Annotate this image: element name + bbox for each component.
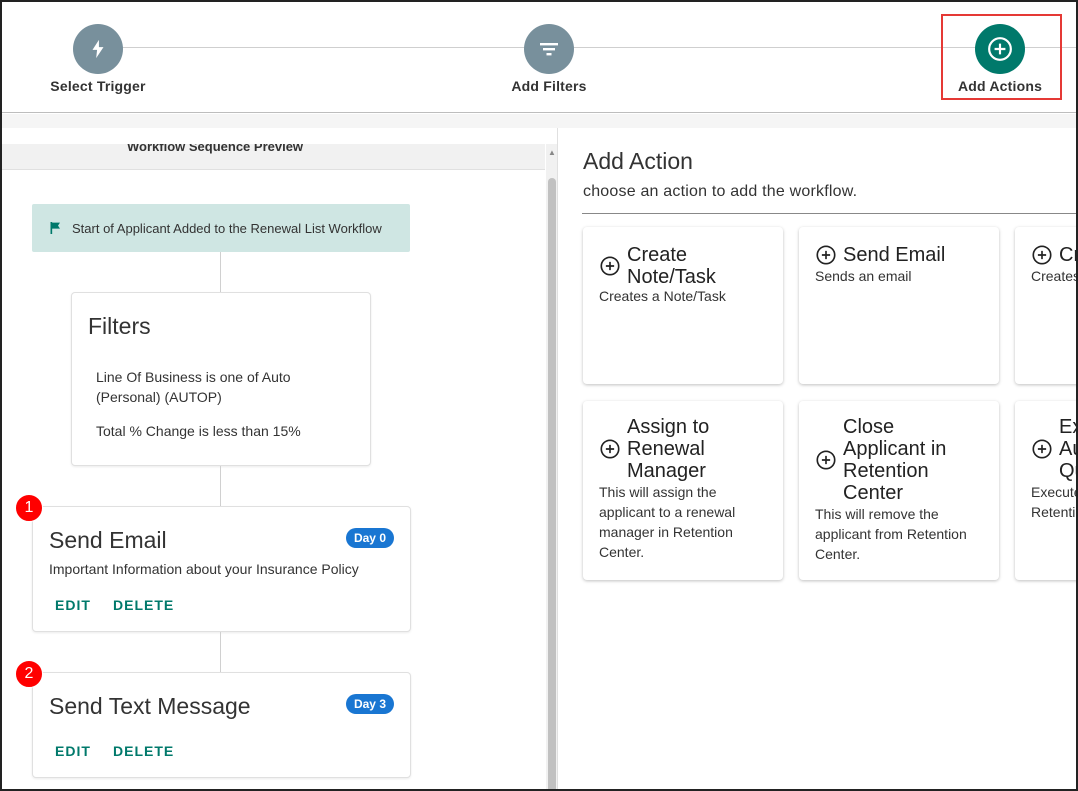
connector-line	[220, 252, 221, 292]
workflow-stepper: Select Trigger Add Filters Add Actions	[2, 2, 1076, 113]
option-header: Ex Au Qu	[1031, 416, 1076, 482]
option-title: Close Applicant in Retention Center	[843, 416, 947, 504]
step-select-trigger[interactable]: Select Trigger	[28, 24, 168, 94]
connector-line	[220, 632, 221, 672]
day-badge: Day 3	[345, 694, 394, 714]
app-frame: Select Trigger Add Filters Add Actions W…	[0, 0, 1078, 791]
add-circle-icon	[1032, 245, 1052, 265]
option-title: Create Note/Task	[627, 244, 716, 288]
step-number-badge: 2	[15, 660, 43, 688]
option-description: Creates a Note/Task	[599, 288, 726, 304]
step-label: Add Filters	[511, 78, 587, 94]
option-close-applicant[interactable]: Close Applicant in Retention Center This…	[799, 401, 999, 580]
option-title: Send Email	[843, 244, 946, 266]
option-create-partial[interactable]: Cr Creates	[1015, 227, 1078, 384]
bolt-icon	[73, 24, 123, 74]
day-badge: Day 0	[345, 528, 394, 548]
delete-button[interactable]: DELETE	[113, 597, 174, 613]
filter-item: Line Of Business is one of Auto (Persona…	[96, 369, 291, 405]
action-card-send-email: Send Email Day 0 Important Information a…	[32, 506, 411, 632]
add-circle-icon	[1032, 439, 1052, 459]
preview-header: Workflow Sequence Preview	[2, 144, 545, 170]
add-action-subtitle: choose an action to add the workflow.	[583, 183, 858, 200]
filters-title: Filters	[88, 313, 151, 339]
flag-icon	[48, 220, 64, 236]
connector-line	[220, 466, 221, 506]
delete-button[interactable]: DELETE	[113, 743, 174, 759]
start-label: Start of Applicant Added to the Renewal …	[72, 220, 382, 236]
edit-button[interactable]: EDIT	[55, 743, 91, 759]
option-description: Execute Retentio	[1031, 484, 1078, 520]
option-create-note-task[interactable]: Create Note/Task Creates a Note/Task	[583, 227, 783, 384]
option-header: Cr	[1031, 244, 1078, 266]
option-header: Close Applicant in Retention Center	[815, 416, 963, 504]
workflow-preview-panel: Workflow Sequence Preview ▲ Start of App…	[2, 128, 558, 789]
option-header: Send Email	[815, 244, 945, 266]
step-add-filters[interactable]: Add Filters	[479, 24, 619, 94]
action-title: Send Text Message	[49, 693, 251, 719]
add-circle-icon	[816, 245, 836, 265]
option-title: Ex Au Qu	[1059, 416, 1076, 482]
add-circle-icon	[600, 256, 620, 276]
add-action-title: Add Action	[583, 148, 693, 174]
preview-title: Workflow Sequence Preview	[127, 144, 304, 154]
add-circle-icon	[816, 450, 836, 470]
option-send-email[interactable]: Send Email Sends an email	[799, 227, 999, 384]
add-circle-icon	[600, 439, 620, 459]
preview-scrollbar[interactable]: ▲	[546, 144, 557, 789]
scrollbar-thumb[interactable]	[548, 178, 556, 789]
divider	[582, 213, 1076, 214]
separator-band	[2, 114, 1076, 128]
option-description: Creates	[1031, 268, 1078, 284]
filter-icon	[524, 24, 574, 74]
step-number-badge: 1	[15, 494, 43, 522]
option-description: This will remove the applicant from Rete…	[815, 506, 967, 562]
option-title: Cr	[1059, 244, 1078, 266]
filters-card: Filters Line Of Business is one of Auto …	[71, 292, 371, 466]
action-title: Send Email	[49, 527, 167, 553]
active-step-highlight	[941, 14, 1062, 100]
action-description: Important Information about your Insuran…	[49, 561, 359, 577]
option-assign-renewal-manager[interactable]: Assign to Renewal Manager This will assi…	[583, 401, 783, 580]
option-header: Assign to Renewal Manager	[599, 416, 737, 482]
filter-item: Total % Change is less than 15%	[96, 423, 301, 439]
scroll-up-icon[interactable]: ▲	[548, 148, 556, 157]
option-title: Assign to Renewal Manager	[627, 416, 710, 482]
workflow-start-node: Start of Applicant Added to the Renewal …	[32, 204, 410, 252]
step-label: Select Trigger	[50, 78, 146, 94]
option-description: This will assign the applicant to a rene…	[599, 484, 736, 560]
option-execute-partial[interactable]: Ex Au Qu Execute Retentio	[1015, 401, 1078, 580]
option-description: Sends an email	[815, 268, 912, 284]
option-header: Create Note/Task	[599, 244, 747, 288]
action-card-send-text: Send Text Message Day 3 EDIT DELETE	[32, 672, 411, 778]
edit-button[interactable]: EDIT	[55, 597, 91, 613]
